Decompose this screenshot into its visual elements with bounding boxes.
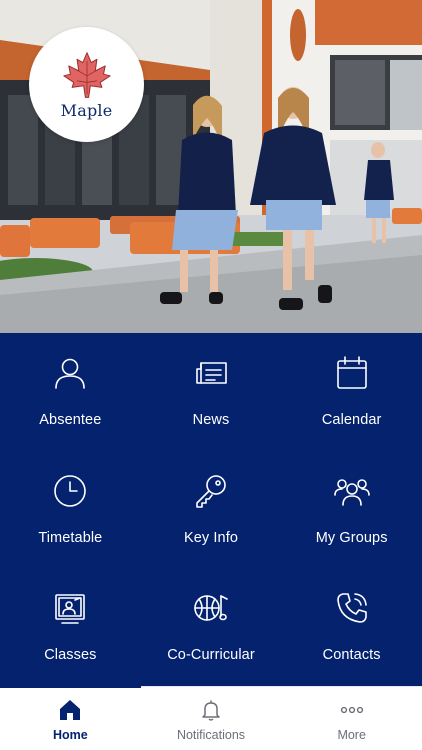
tab-label: Home bbox=[52, 728, 88, 742]
tile-contacts[interactable]: Contacts bbox=[281, 568, 422, 686]
tab-label: More bbox=[337, 728, 366, 742]
group-icon bbox=[332, 471, 372, 511]
tab-more[interactable]: More bbox=[281, 687, 422, 750]
tile-calendar[interactable]: Calendar bbox=[281, 333, 422, 451]
classroom-icon bbox=[50, 588, 90, 628]
tile-key-info[interactable]: Key Info bbox=[141, 451, 282, 569]
active-tab-indicator bbox=[0, 686, 141, 688]
school-logo: Maple bbox=[29, 27, 144, 142]
tile-label: News bbox=[192, 412, 230, 428]
tab-home[interactable]: Home bbox=[0, 687, 141, 750]
tile-classes[interactable]: Classes bbox=[0, 568, 141, 686]
school-name: Maple bbox=[60, 101, 113, 120]
clock-icon bbox=[50, 471, 90, 511]
tile-absentee[interactable]: Absentee bbox=[0, 333, 141, 451]
person-icon bbox=[50, 353, 90, 393]
tile-label: Classes bbox=[44, 647, 97, 664]
tile-label: Timetable bbox=[38, 529, 103, 546]
sports-ball-icon bbox=[191, 588, 231, 628]
tile-label: Absentee bbox=[39, 412, 102, 428]
tile-label: My Groups bbox=[315, 529, 388, 546]
tile-label: Key Info bbox=[183, 529, 238, 546]
feature-grid: Absentee News Calendar Timetable Key Inf… bbox=[0, 333, 422, 686]
calendar-icon bbox=[332, 353, 372, 393]
key-icon bbox=[191, 471, 231, 511]
tab-label: Notifications bbox=[176, 728, 246, 742]
tile-news[interactable]: News bbox=[141, 333, 282, 451]
tile-my-groups[interactable]: My Groups bbox=[281, 451, 422, 569]
newspaper-icon bbox=[191, 353, 231, 393]
phone-icon bbox=[332, 588, 372, 628]
tile-label: Calendar bbox=[321, 412, 382, 428]
bell-icon bbox=[198, 697, 224, 723]
tab-notifications[interactable]: Notifications bbox=[141, 687, 282, 750]
tile-co-curricular[interactable]: Co-Curricular bbox=[141, 568, 282, 686]
tile-label: Contacts bbox=[322, 647, 381, 664]
tile-timetable[interactable]: Timetable bbox=[0, 451, 141, 569]
tile-label: Co-Curricular bbox=[167, 647, 255, 664]
hero-banner: Maple bbox=[0, 0, 422, 333]
maple-leaf-icon bbox=[62, 52, 111, 98]
home-icon bbox=[57, 697, 83, 723]
bottom-tab-bar: Home Notifications More bbox=[0, 686, 422, 750]
more-dots-icon bbox=[339, 697, 365, 723]
